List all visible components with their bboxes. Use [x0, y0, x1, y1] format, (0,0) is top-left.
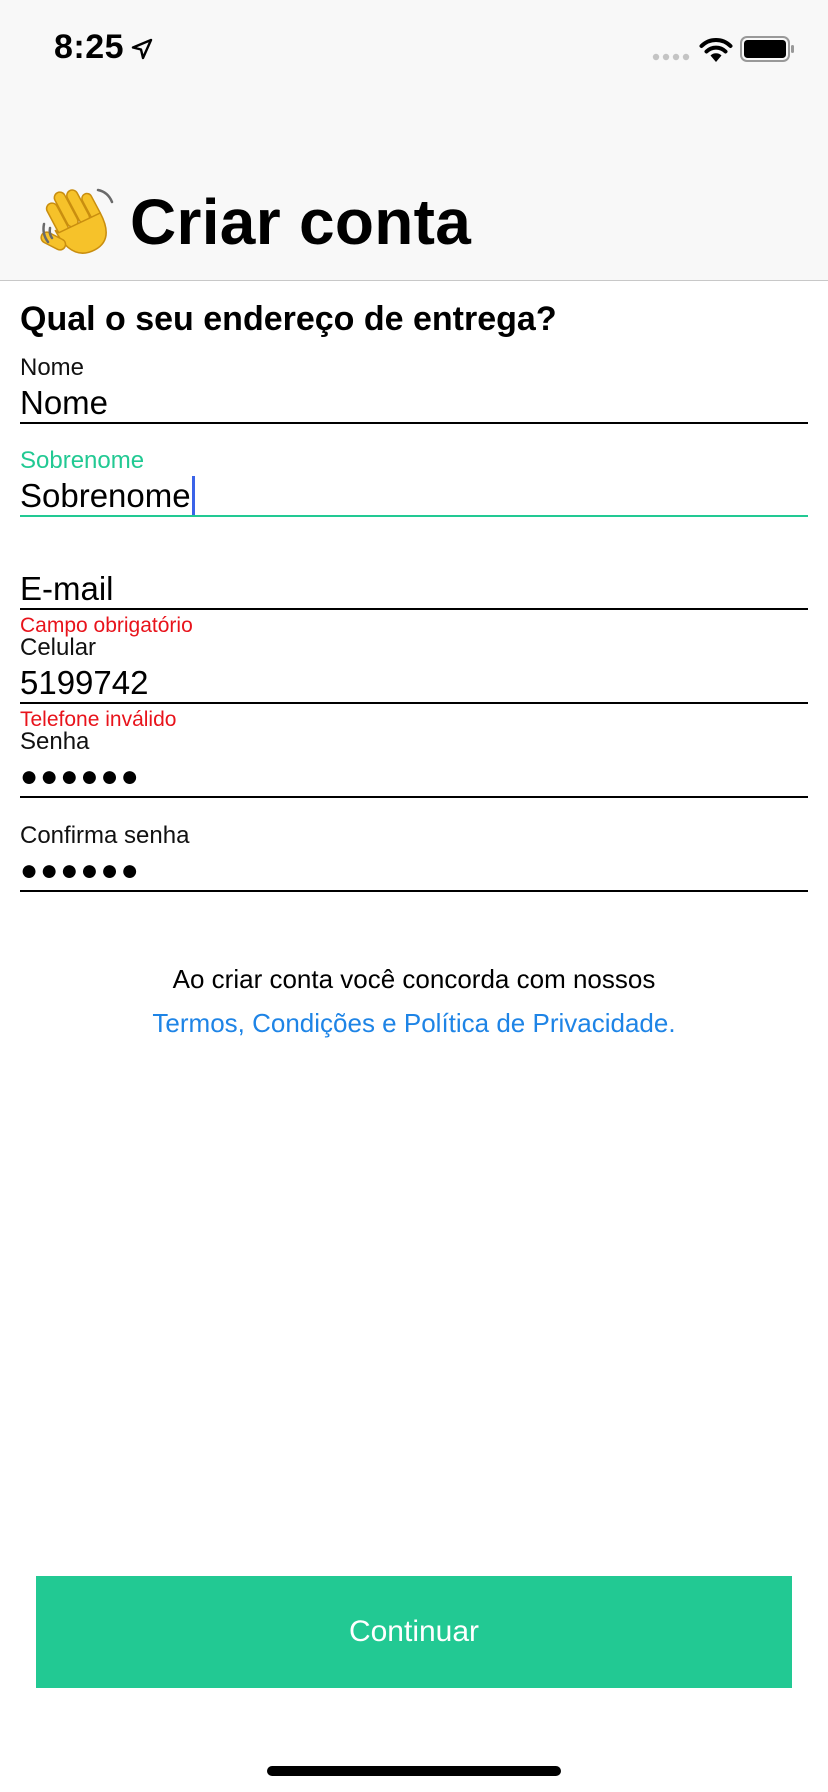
home-indicator[interactable]: [267, 1766, 561, 1776]
celular-label: Celular: [20, 634, 97, 661]
section-title: Qual o seu endereço de entrega?: [20, 300, 557, 338]
sobrenome-label: Sobrenome: [20, 447, 145, 474]
sobrenome-field[interactable]: Sobrenome Sobrenome: [20, 447, 808, 517]
email-field[interactable]: E-mail Campo obrigatório: [20, 540, 808, 640]
cellular-signal-icon: [652, 53, 690, 61]
text-caret: [191, 476, 195, 517]
confirma-senha-field[interactable]: Confirma senha ●●●●●●: [20, 822, 808, 892]
nome-field[interactable]: Nome Nome: [20, 354, 808, 424]
senha-underline: [20, 796, 808, 798]
sobrenome-underline: [20, 515, 808, 517]
waving-hand-icon: [40, 188, 114, 254]
senha-label: Senha: [20, 728, 90, 755]
continue-button[interactable]: Continuar: [36, 1576, 792, 1688]
header-area: 8:25 Criar conta: [0, 0, 828, 281]
confirma-senha-underline: [20, 890, 808, 892]
nome-input[interactable]: Nome: [20, 384, 108, 422]
battery-icon: [740, 36, 794, 62]
sobrenome-input[interactable]: Sobrenome: [20, 476, 195, 518]
sobrenome-value: Sobrenome: [20, 477, 191, 514]
celular-input[interactable]: 5199742: [20, 664, 148, 702]
location-arrow-icon: [131, 38, 153, 60]
title-row: Criar conta: [40, 182, 471, 262]
terms-text: Ao criar conta você concorda com nossos: [172, 964, 656, 994]
celular-field[interactable]: Celular 5199742 Telefone inválido: [20, 634, 808, 734]
celular-underline: [20, 702, 808, 704]
confirma-senha-input[interactable]: ●●●●●●: [20, 854, 141, 888]
email-underline: [20, 608, 808, 610]
email-input[interactable]: E-mail: [20, 570, 114, 608]
senha-input[interactable]: ●●●●●●: [20, 760, 141, 794]
nome-label: Nome: [20, 354, 85, 381]
senha-field[interactable]: Senha ●●●●●●: [20, 728, 808, 798]
nome-underline: [20, 422, 808, 424]
status-time: 8:25: [54, 28, 125, 66]
wifi-icon: [699, 38, 733, 62]
terms-link[interactable]: Termos, Condições e Política de Privacid…: [0, 1008, 828, 1039]
confirma-senha-label: Confirma senha: [20, 822, 190, 849]
page-title: Criar conta: [130, 186, 472, 258]
